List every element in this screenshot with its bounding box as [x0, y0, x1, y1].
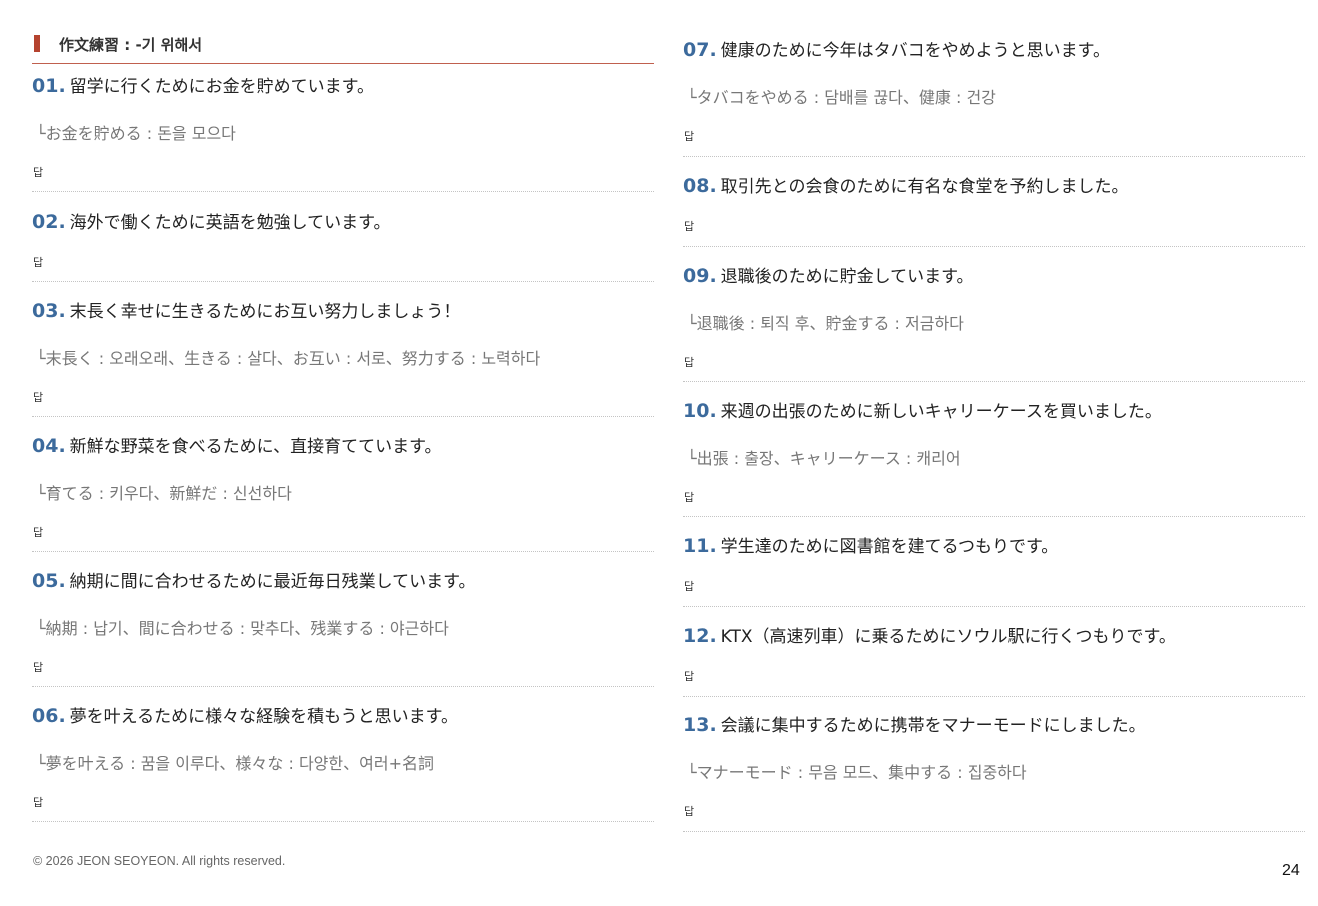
question: 07. 健康のために今年はタバコをやめようと思います。: [683, 36, 1110, 61]
answer-label: 답: [33, 661, 44, 674]
exercise-item-09: 09. 退職後のために貯金しています。 └退職後 : 퇴직 후、貯金する : 저금…: [683, 247, 1305, 382]
vocab-hint: └お金を貯める : 돈을 모으다: [36, 124, 236, 143]
question-number: 06.: [32, 705, 66, 727]
question: 12. KTX（高速列車）に乗るためにソウル駅に行くつもりです。: [683, 622, 1176, 647]
vocab-hint: └末長く : 오래오래、生きる : 살다、お互い : 서로、努力する : 노력하…: [36, 349, 541, 368]
question-text: 留学に行くためにお金を貯めています。: [69, 77, 374, 97]
question-text: 納期に間に合わせるために最近毎日残業しています。: [69, 572, 476, 592]
question-text: 会議に集中するために携帯をマナーモードにしました。: [720, 716, 1146, 736]
vocab-hint: └夢を叶える : 꿈을 이루다、様々な : 다양한、여러+名詞: [36, 754, 434, 773]
exercise-item-10: 10. 来週の出張のために新しいキャリーケースを買いました。 └出張 : 출장、キ…: [683, 382, 1305, 517]
question-number: 01.: [32, 75, 66, 97]
exercise-item-04: 04. 新鮮な野菜を食べるために、直接育てています。 └育てる : 키우다、新鮮だ…: [32, 417, 654, 552]
exercise-item-01: 01. 留学に行くためにお金を貯めています。 └お金を貯める : 돈을 모으다 답: [32, 64, 654, 192]
exercise-item-06: 06. 夢を叶えるために様々な経験を積もうと思います。 └夢を叶える : 꿈을 이…: [32, 687, 654, 822]
question-text: KTX（高速列車）に乗るためにソウル駅に行くつもりです。: [720, 627, 1176, 647]
question-number: 02.: [32, 211, 66, 233]
answer-label: 답: [684, 130, 695, 143]
vocab-hint: └出張 : 출장、キャリーケース : 캐리어: [687, 449, 961, 468]
question-text: 退職後のために貯金しています。: [720, 267, 974, 287]
exercise-item-12: 12. KTX（高速列車）に乗るためにソウル駅に行くつもりです。 답: [683, 607, 1305, 697]
exercise-item-11: 11. 学生達のために図書館を建てるつもりです。 답: [683, 517, 1305, 607]
section-header: 作文練習 : -기 위해서: [32, 32, 654, 64]
question-text: 海外で働くために英語を勉強しています。: [69, 213, 391, 233]
exercise-item-08: 08. 取引先との会食のために有名な食堂を予約しました。 답: [683, 157, 1305, 247]
question-text: 健康のために今年はタバコをやめようと思います。: [720, 41, 1110, 61]
question-number: 04.: [32, 435, 66, 457]
question: 11. 学生達のために図書館を建てるつもりです。: [683, 532, 1058, 557]
page-number: 24: [1282, 862, 1300, 879]
question-text: 末長く幸せに生きるためにお互い努力しましょう！: [69, 302, 461, 322]
answer-label: 답: [684, 805, 695, 818]
page-title: 作文練習 : -기 위해서: [59, 36, 203, 54]
question-text: 取引先との会食のために有名な食堂を予約しました。: [720, 177, 1129, 197]
question-number: 07.: [683, 39, 717, 61]
question-text: 学生達のために図書館を建てるつもりです。: [720, 537, 1059, 557]
vocab-hint: └退職後 : 퇴직 후、貯金する : 저금하다: [687, 314, 964, 333]
question-text: 来週の出張のために新しいキャリーケースを買いました。: [720, 402, 1162, 422]
question: 13. 会議に集中するために携帯をマナーモードにしました。: [683, 711, 1146, 736]
answer-label: 답: [684, 491, 695, 504]
answer-label: 답: [684, 670, 695, 683]
question-number: 05.: [32, 570, 66, 592]
question-number: 10.: [683, 400, 717, 422]
question-text: 新鮮な野菜を食べるために、直接育てています。: [69, 437, 442, 457]
question: 05. 納期に間に合わせるために最近毎日残業しています。: [32, 567, 475, 592]
question: 01. 留学に行くためにお金を貯めています。: [32, 72, 374, 97]
question-text: 夢を叶えるために様々な経験を積もうと思います。: [69, 707, 458, 727]
answer-label: 답: [33, 796, 44, 809]
question-number: 11.: [683, 535, 717, 557]
question-number: 12.: [683, 625, 717, 647]
question-number: 08.: [683, 175, 717, 197]
answer-label: 답: [33, 256, 44, 269]
answer-label: 답: [33, 166, 44, 179]
question: 09. 退職後のために貯金しています。: [683, 262, 973, 287]
answer-label: 답: [684, 580, 695, 593]
question: 03. 末長く幸せに生きるためにお互い努力しましょう！: [32, 297, 460, 322]
question-number: 03.: [32, 300, 66, 322]
question: 08. 取引先との会食のために有名な食堂を予約しました。: [683, 172, 1129, 197]
exercise-item-02: 02. 海外で働くために英語を勉強しています。 답: [32, 192, 654, 282]
question-number: 09.: [683, 265, 717, 287]
question: 06. 夢を叶えるために様々な経験を積もうと思います。: [32, 702, 458, 727]
question: 02. 海外で働くために英語を勉強しています。: [32, 208, 390, 233]
question-number: 13.: [683, 714, 717, 736]
answer-label: 답: [684, 220, 695, 233]
header-accent-bar: [34, 35, 40, 52]
exercise-item-13: 13. 会議に集中するために携帯をマナーモードにしました。 └マナーモード : 무…: [683, 697, 1305, 832]
vocab-hint: └納期 : 납기、間に合わせる : 맞추다、残業する : 야근하다: [36, 619, 449, 638]
exercise-item-07: 07. 健康のために今年はタバコをやめようと思います。 └タバコをやめる : 담배…: [683, 22, 1305, 157]
answer-label: 답: [33, 526, 44, 539]
vocab-hint: └マナーモード : 무음 모드、集中する : 집중하다: [687, 763, 1027, 782]
question: 10. 来週の出張のために新しいキャリーケースを買いました。: [683, 397, 1162, 422]
vocab-hint: └タバコをやめる : 담배를 끊다、健康 : 건강: [687, 88, 996, 107]
exercise-item-03: 03. 末長く幸せに生きるためにお互い努力しましょう！ └末長く : 오래오래、生…: [32, 282, 654, 417]
copyright-notice: © 2026 JEON SEOYEON. All rights reserved…: [33, 854, 286, 868]
answer-label: 답: [33, 391, 44, 404]
exercise-item-05: 05. 納期に間に合わせるために最近毎日残業しています。 └納期 : 납기、間に合…: [32, 552, 654, 687]
vocab-hint: └育てる : 키우다、新鮮だ : 신선하다: [36, 484, 292, 503]
question: 04. 新鮮な野菜を食べるために、直接育てています。: [32, 432, 441, 457]
answer-label: 답: [684, 356, 695, 369]
